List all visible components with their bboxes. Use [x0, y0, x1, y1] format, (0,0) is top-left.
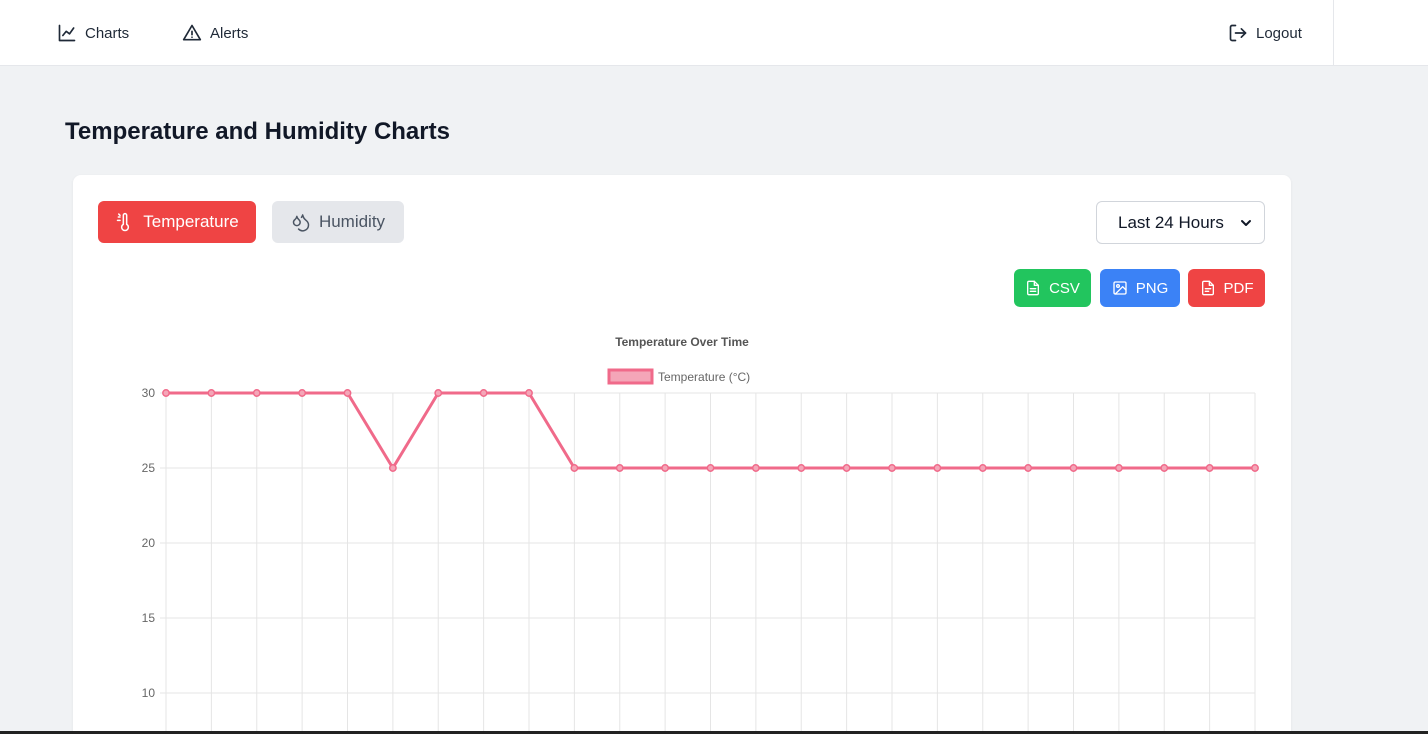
data-point[interactable] — [1069, 464, 1078, 472]
data-point[interactable] — [207, 389, 216, 397]
data-point[interactable] — [570, 464, 579, 472]
data-point[interactable] — [525, 389, 533, 397]
data-point[interactable] — [1024, 464, 1033, 472]
y-tick-label: 10 — [142, 686, 156, 700]
data-point[interactable] — [162, 389, 170, 397]
temperature-chart: Temperature Over Time Temperature (°C) 3… — [142, 335, 1259, 734]
legend-label: Temperature (°C) — [658, 370, 750, 384]
y-axis-ticks: 30 25 20 15 10 — [142, 386, 156, 700]
data-point[interactable] — [615, 464, 624, 472]
data-point[interactable] — [751, 464, 760, 472]
data-point[interactable] — [706, 464, 715, 472]
y-tick-label: 15 — [142, 611, 156, 625]
data-point[interactable] — [298, 389, 307, 397]
y-tick-label: 25 — [142, 461, 156, 475]
data-point[interactable] — [479, 389, 488, 397]
data-point[interactable] — [933, 464, 942, 472]
data-point[interactable] — [978, 464, 987, 472]
data-point[interactable] — [1205, 464, 1214, 472]
data-point[interactable] — [842, 464, 851, 472]
data-point[interactable] — [434, 389, 443, 397]
data-point[interactable] — [1114, 464, 1123, 472]
data-point[interactable] — [343, 389, 352, 397]
data-point[interactable] — [1160, 464, 1169, 472]
data-point[interactable] — [1251, 464, 1259, 472]
y-tick-label: 30 — [142, 386, 156, 400]
legend-swatch — [607, 368, 654, 385]
y-tick-label: 20 — [142, 536, 156, 550]
data-point[interactable] — [888, 464, 896, 472]
data-point[interactable] — [797, 464, 806, 472]
chart-grid — [160, 392, 1256, 734]
data-point[interactable] — [252, 389, 261, 397]
data-point[interactable] — [388, 464, 397, 472]
chart-title: Temperature Over Time — [615, 335, 749, 349]
data-point[interactable] — [661, 464, 670, 472]
